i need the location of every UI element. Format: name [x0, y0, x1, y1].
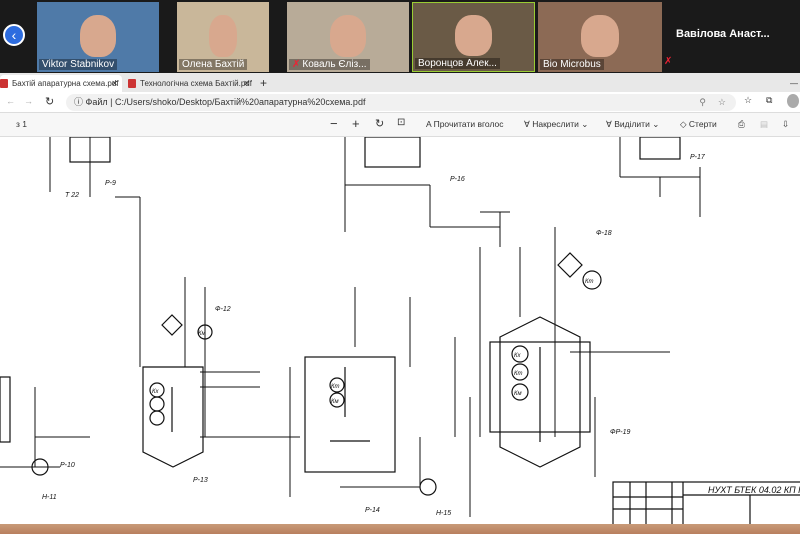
read-aloud-icon: A	[426, 119, 432, 129]
label: Накреслити	[532, 119, 579, 129]
participant-tile[interactable]: ✗ Коваль Єліз...	[287, 2, 409, 72]
draw-icon: ∀	[524, 119, 530, 129]
address-input[interactable]: ⓘ Файл | C:/Users/shoko/Desktop/Бахтій%2…	[66, 94, 736, 111]
pdf-icon	[0, 79, 8, 88]
taskbar-edge	[0, 524, 800, 534]
instrument: Кх	[152, 389, 160, 395]
participant-video	[581, 14, 619, 57]
muted-mic-icon: ✗	[292, 59, 301, 70]
zoom-participant-strip: ‹ Viktor Stabnikov Олена Бахтій ✗ Коваль …	[0, 0, 800, 73]
participant-video	[329, 14, 367, 57]
tab-tekhnolohichna[interactable]: Технологічна схема Бахтій.pdf ✕	[128, 75, 254, 92]
label: Р-14	[365, 507, 380, 514]
address-bar-row: ← → ↻ ⓘ Файл | C:/Users/shoko/Desktop/Ба…	[0, 92, 800, 113]
vessel-r13	[142, 366, 204, 468]
instrument: Км	[331, 399, 339, 405]
highlight-icon: ∀	[606, 119, 612, 129]
vessel-r10	[0, 376, 11, 443]
participant-tile[interactable]: Viktor Stabnikov	[37, 2, 159, 72]
vessel-r17	[639, 136, 681, 160]
participant-name: Олена Бахтій	[182, 59, 245, 70]
favorites-icon[interactable]: ☆	[744, 95, 752, 106]
participant-name: Bio Microbus	[543, 59, 601, 70]
save-as-icon[interactable]: ⇩	[782, 119, 789, 130]
save-icon[interactable]: ▤	[760, 119, 768, 130]
close-tab-icon[interactable]: ✕	[111, 75, 118, 92]
fit-page-icon[interactable]: ⊡	[397, 117, 405, 128]
label: Прочитати вголос	[433, 119, 504, 129]
highlight-button[interactable]: ∀ Виділити ⌄	[606, 119, 659, 130]
audio-only-participant-name[interactable]: Вавілова Анаст...	[676, 28, 770, 40]
info-icon: ⓘ	[74, 97, 84, 107]
instrument: Км	[514, 391, 522, 397]
pdf-toolbar: з 1 − + ↻ ⊡ A Прочитати вголос ∀ Накресл…	[0, 113, 800, 137]
browser-tab-bar: Бахтій апаратурна схема.pdf ✕ Технологічн…	[0, 73, 800, 92]
pipelines	[0, 137, 701, 517]
participant-video	[209, 14, 237, 57]
profile-avatar[interactable]	[787, 94, 799, 108]
instrument: Км	[198, 331, 206, 337]
vessel-r14	[304, 356, 396, 473]
file-label: Файл	[85, 97, 108, 107]
label: Стерти	[688, 119, 717, 129]
label: Виділити	[614, 119, 650, 129]
label: Р-13	[193, 477, 208, 484]
label: Ф-18	[596, 230, 612, 237]
tab-label: Бахтій апаратурна схема.pdf	[12, 79, 119, 88]
label: ФР-19	[610, 429, 630, 436]
rotate-icon[interactable]: ↻	[375, 117, 384, 130]
label: Р-10	[60, 462, 75, 469]
label: Н-11	[42, 494, 57, 501]
previous-page-button[interactable]: ‹	[3, 24, 25, 46]
zoom-out-button[interactable]: −	[330, 116, 338, 131]
participant-name: Viktor Stabnikov	[42, 59, 115, 70]
instrument: Кх	[514, 353, 522, 359]
close-tab-icon[interactable]: ✕	[243, 75, 250, 92]
participant-tile[interactable]: Bio Microbus	[538, 2, 662, 72]
zoom-icon[interactable]: ⚲	[699, 94, 706, 111]
chevron-left-icon: ‹	[11, 27, 17, 43]
participant-name: Воронцов Алек...	[418, 58, 497, 69]
vessel-r16	[364, 136, 421, 168]
label: Р-17	[690, 154, 706, 161]
back-icon[interactable]: ←	[6, 96, 15, 106]
new-tab-button[interactable]: +	[258, 75, 267, 92]
forward-icon[interactable]: →	[24, 96, 33, 106]
erase-button[interactable]: ◇ Стерти	[680, 119, 717, 130]
label: Р-9	[105, 180, 116, 187]
participant-video	[455, 15, 492, 57]
pdf-drawing-canvas[interactable]: Р-10 Н-11 Ф-12 Р-13 Р-14 Н-15 Р-16 Р-17 …	[0, 136, 800, 528]
tab-label: Технологічна схема Бахтій.pdf	[140, 79, 252, 88]
label: Ф-12	[215, 306, 231, 313]
label: Т 22	[65, 192, 79, 199]
instrument: Кт	[585, 279, 594, 285]
label: Р-16	[450, 176, 465, 183]
title-block-code: НУХТ БТЕК 04.02 КП ГЧ	[708, 485, 800, 495]
star-icon[interactable]: ☆	[718, 94, 726, 111]
instrument: Кт	[514, 371, 523, 377]
label: Н-15	[436, 510, 451, 517]
tab-bakhtii-aparaturna[interactable]: Бахтій апаратурна схема.pdf ✕	[0, 75, 122, 92]
minimize-button[interactable]: —	[778, 75, 798, 92]
participant-tile[interactable]: Олена Бахтій	[177, 2, 269, 72]
participant-tile-active-speaker[interactable]: Воронцов Алек...	[412, 2, 535, 72]
participant-name: Коваль Єліз...	[302, 59, 367, 70]
page-count: з 1	[16, 119, 27, 129]
read-aloud-button[interactable]: A Прочитати вголос	[426, 119, 503, 129]
url-text: C:/Users/shoko/Desktop/Бахтій%20апаратур…	[115, 97, 366, 107]
refresh-icon[interactable]: ↻	[45, 95, 54, 108]
draw-button[interactable]: ∀ Накреслити ⌄	[524, 119, 588, 130]
instrument: Кт	[331, 384, 340, 390]
zoom-in-button[interactable]: +	[352, 116, 360, 131]
pump-h15	[419, 478, 437, 496]
print-icon[interactable]: ⎙	[738, 119, 745, 130]
participant-video	[79, 14, 117, 57]
pdf-icon	[128, 79, 136, 88]
muted-mic-icon: ✗	[664, 56, 673, 67]
filters	[161, 252, 583, 336]
collections-icon[interactable]: ⧉	[766, 95, 772, 106]
eraser-icon: ◇	[680, 119, 687, 129]
vessels	[0, 136, 681, 496]
